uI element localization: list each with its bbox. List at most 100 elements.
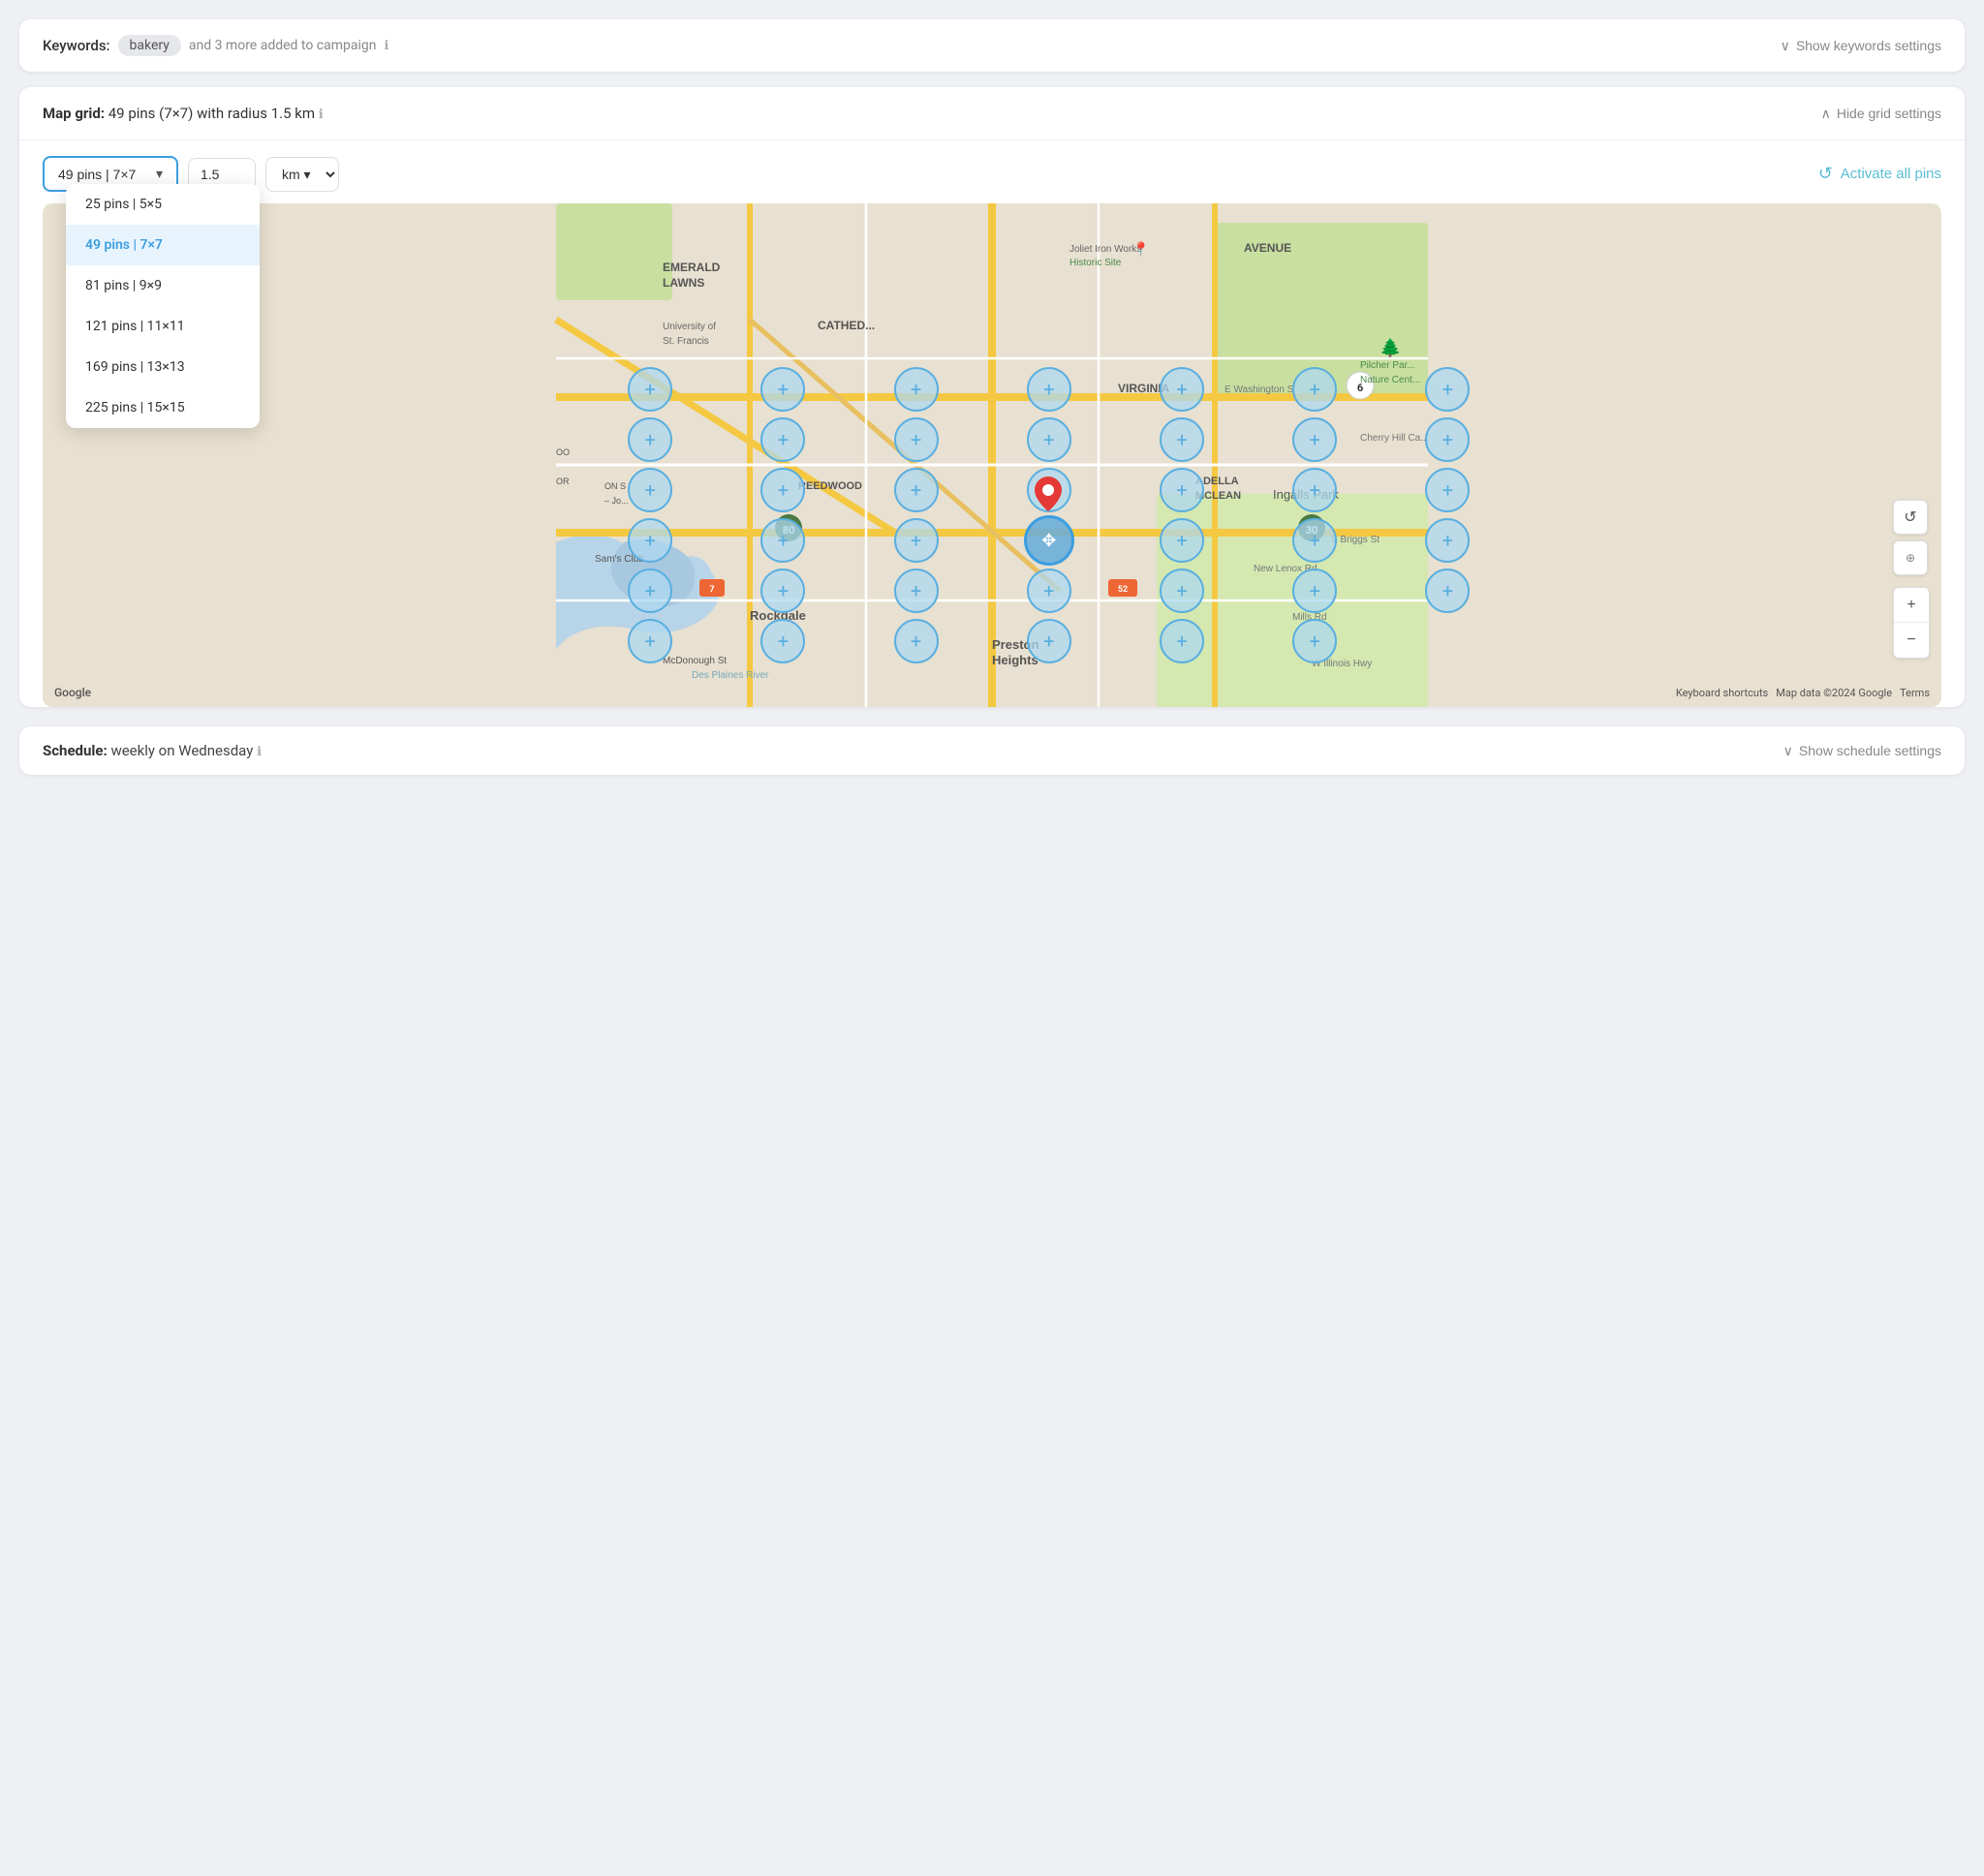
pins-select-wrapper: 49 pins | 7×7 ▾ 25 pins | 5×5 49 pins | …: [43, 156, 178, 192]
svg-text:McDonough St: McDonough St: [663, 656, 727, 666]
pin-circle[interactable]: +: [1425, 468, 1470, 512]
chevron-down-icon: ∨: [1781, 38, 1790, 54]
svg-text:🌲: 🌲: [1380, 337, 1401, 358]
svg-text:St. Francis: St. Francis: [663, 336, 709, 347]
move-icon: ✥: [1041, 531, 1056, 551]
show-schedule-label: Show schedule settings: [1799, 743, 1941, 758]
map-grid-title-rest: 49 pins (7×7) with radius 1.5 km: [105, 105, 315, 122]
keyword-chip[interactable]: bakery: [118, 35, 181, 56]
hide-grid-settings-button[interactable]: ∧ Hide grid settings: [1821, 106, 1941, 122]
unit-select[interactable]: km ▾ mi: [265, 157, 339, 192]
pin-circle[interactable]: +: [1425, 417, 1470, 462]
pin-circle[interactable]: +: [760, 619, 805, 663]
pin-circle[interactable]: +: [1027, 569, 1071, 613]
map-background: 6 30 80 7 52 EMERALD LAWNS University of…: [43, 203, 1941, 707]
map-reset-button[interactable]: ↺: [1893, 500, 1928, 535]
pin-circle[interactable]: +: [628, 468, 672, 512]
schedule-label: Schedule:: [43, 742, 108, 759]
show-schedule-settings-button[interactable]: ∨ Show schedule settings: [1783, 743, 1941, 759]
pin-circle[interactable]: +: [760, 569, 805, 613]
svg-text:📍: 📍: [1132, 241, 1149, 258]
refresh-icon: ↺: [1818, 164, 1833, 184]
pin-circle[interactable]: +: [628, 367, 672, 412]
pin-circle[interactable]: +: [628, 569, 672, 613]
svg-text:REEDWOOD: REEDWOOD: [798, 480, 862, 492]
dropdown-item-81[interactable]: 81 pins | 9×9: [66, 265, 260, 306]
pin-circle[interactable]: +: [1425, 367, 1470, 412]
pin-circle[interactable]: +: [628, 619, 672, 663]
svg-text:Joliet Iron Works: Joliet Iron Works: [1070, 244, 1141, 255]
pin-circle[interactable]: +: [894, 367, 939, 412]
map-container[interactable]: 6 30 80 7 52 EMERALD LAWNS University of…: [43, 203, 1941, 707]
dropdown-item-121[interactable]: 121 pins | 11×11: [66, 306, 260, 347]
keywords-bar: Keywords: bakery and 3 more added to cam…: [19, 19, 1965, 72]
keywords-info-icon[interactable]: ℹ: [385, 39, 389, 53]
pin-circle[interactable]: +: [894, 518, 939, 563]
map-grid-header: Map grid: 49 pins (7×7) with radius 1.5 …: [19, 87, 1965, 140]
pin-circle[interactable]: +: [760, 518, 805, 563]
svg-text:E Washington S: E Washington S: [1224, 384, 1294, 395]
svg-text:Cherry Hill Ca...: Cherry Hill Ca...: [1360, 433, 1429, 444]
pin-circle[interactable]: +: [1292, 518, 1337, 563]
dropdown-item-49[interactable]: 49 pins | 7×7: [66, 225, 260, 265]
pin-circle[interactable]: +: [1027, 367, 1071, 412]
keywords-label: Keywords:: [43, 37, 110, 54]
zoom-out-button[interactable]: −: [1894, 623, 1929, 658]
pin-circle[interactable]: +: [1292, 468, 1337, 512]
map-grid-info-icon[interactable]: ℹ: [319, 108, 324, 122]
pin-circle[interactable]: +: [1160, 619, 1204, 663]
pin-circle[interactable]: +: [1160, 417, 1204, 462]
map-grid-title: Map grid: 49 pins (7×7) with radius 1.5 …: [43, 105, 324, 122]
pins-select-label: 49 pins | 7×7: [58, 167, 136, 182]
pin-circle[interactable]: +: [1027, 417, 1071, 462]
activate-all-pins-button[interactable]: ↺ Activate all pins: [1818, 164, 1941, 184]
dropdown-item-25[interactable]: 25 pins | 5×5: [66, 184, 260, 225]
pin-circle[interactable]: +: [1027, 619, 1071, 663]
keyboard-shortcuts-link[interactable]: Keyboard shortcuts: [1676, 687, 1768, 699]
pin-circle[interactable]: +: [628, 417, 672, 462]
dropdown-item-169[interactable]: 169 pins | 13×13: [66, 347, 260, 387]
schedule-value: weekly on Wednesday: [110, 742, 253, 759]
keywords-more-text: and 3 more added to campaign: [189, 38, 377, 53]
pin-circle[interactable]: +: [1292, 367, 1337, 412]
pin-circle[interactable]: +: [1160, 569, 1204, 613]
map-controls: ↺ ⊕ + −: [1893, 500, 1930, 659]
show-keywords-settings-button[interactable]: ∨ Show keywords settings: [1781, 38, 1941, 54]
pin-circle[interactable]: +: [760, 417, 805, 462]
show-keywords-label: Show keywords settings: [1796, 38, 1941, 53]
pin-circle[interactable]: +: [628, 518, 672, 563]
pin-circle[interactable]: +: [894, 619, 939, 663]
svg-text:EMERALD: EMERALD: [663, 261, 721, 274]
pin-circle[interactable]: +: [894, 417, 939, 462]
pin-circle[interactable]: +: [1425, 518, 1470, 563]
dropdown-item-225[interactable]: 225 pins | 15×15: [66, 387, 260, 428]
zoom-in-button[interactable]: +: [1894, 588, 1929, 623]
svg-text:ON S: ON S: [604, 481, 626, 491]
svg-text:CATHED...: CATHED...: [818, 319, 875, 332]
schedule-info-icon[interactable]: ℹ: [257, 745, 262, 759]
map-grid-card: Map grid: 49 pins (7×7) with radius 1.5 …: [19, 87, 1965, 707]
pin-circle[interactable]: +: [894, 468, 939, 512]
pin-circle[interactable]: +: [760, 367, 805, 412]
grid-controls-row: 49 pins | 7×7 ▾ 25 pins | 5×5 49 pins | …: [19, 140, 1965, 203]
svg-text:Des Plaines River: Des Plaines River: [692, 670, 769, 681]
pin-circle[interactable]: +: [1292, 619, 1337, 663]
chevron-up-icon: ∧: [1821, 106, 1831, 122]
pin-center[interactable]: ✥: [1024, 515, 1074, 566]
svg-text:Historic Site: Historic Site: [1070, 258, 1122, 268]
map-adjust-button[interactable]: ⊕: [1893, 540, 1928, 575]
pin-circle[interactable]: +: [1027, 468, 1071, 512]
map-footer: Google: [54, 686, 91, 699]
pin-circle[interactable]: +: [894, 569, 939, 613]
map-grid-title-bold: Map grid:: [43, 105, 105, 122]
pin-circle[interactable]: +: [760, 468, 805, 512]
svg-text:LAWNS: LAWNS: [663, 276, 704, 290]
pin-circle[interactable]: +: [1160, 468, 1204, 512]
pin-circle[interactable]: +: [1292, 569, 1337, 613]
pin-circle[interactable]: +: [1160, 367, 1204, 412]
svg-text:– Jo...: – Jo...: [604, 496, 629, 506]
terms-link[interactable]: Terms: [1900, 687, 1930, 699]
pin-circle[interactable]: +: [1292, 417, 1337, 462]
pin-circle[interactable]: +: [1425, 569, 1470, 613]
pin-circle[interactable]: +: [1160, 518, 1204, 563]
